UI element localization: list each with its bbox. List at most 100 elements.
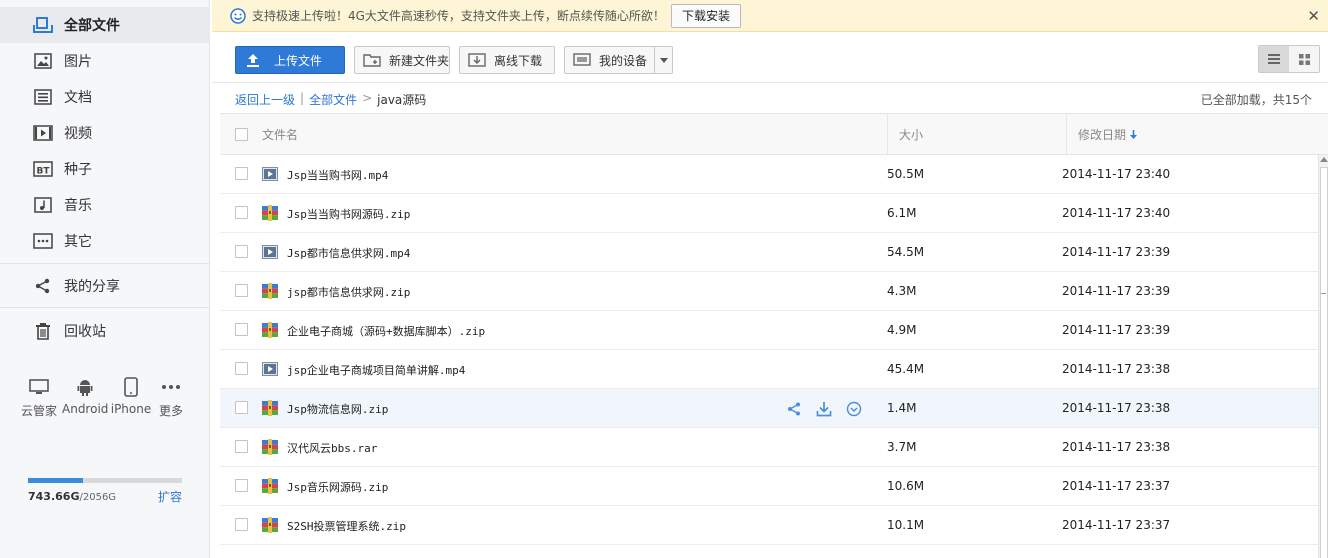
video-file-icon xyxy=(262,244,278,260)
file-name[interactable]: Jsp音乐网源码.zip xyxy=(287,479,388,495)
scrollbar-thumb[interactable] xyxy=(1320,167,1328,558)
sort-desc-icon xyxy=(1130,129,1138,139)
device-cloud-manager[interactable]: 云管家 xyxy=(16,376,62,419)
file-name[interactable]: jsp都市信息供求网.zip xyxy=(287,284,410,300)
file-size: 45.4M xyxy=(887,362,925,376)
file-modified-date: 2014-11-17 23:39 xyxy=(1062,245,1171,259)
file-size: 54.5M xyxy=(887,245,925,259)
share-icon[interactable] xyxy=(785,400,803,418)
grid-view-icon[interactable] xyxy=(1289,46,1319,72)
table-row[interactable]: 企业电子商城（源码+数据库脚本）.zip 4.9M 2014-11-17 23:39 xyxy=(220,311,1318,350)
file-modified-date: 2014-11-17 23:37 xyxy=(1062,518,1171,532)
sidebar-item-other[interactable]: 其它 xyxy=(0,223,210,259)
table-row[interactable]: Jsp当当购书网源码.zip 6.1M 2014-11-17 23:40 xyxy=(220,194,1318,233)
more-options-icon[interactable] xyxy=(845,400,863,418)
upload-icon xyxy=(244,52,262,68)
row-checkbox[interactable] xyxy=(235,440,248,453)
storage-used: 743.66G xyxy=(28,490,80,503)
download-icon[interactable] xyxy=(815,400,833,418)
row-checkbox[interactable] xyxy=(235,401,248,414)
file-name[interactable]: 企业电子商城（源码+数据库脚本）.zip xyxy=(287,323,485,339)
sidebar-item-label: 我的分享 xyxy=(64,279,120,295)
breadcrumb-current: java源码 xyxy=(377,93,427,107)
device-android[interactable]: Android xyxy=(62,376,108,416)
file-modified-date: 2014-11-17 23:38 xyxy=(1062,401,1171,415)
sidebar-item-label: 其它 xyxy=(64,234,92,250)
column-header-name[interactable]: 文件名 xyxy=(262,114,298,154)
bt-icon: BT xyxy=(32,158,54,180)
sidebar: 全部文件 图片 文档 视频 BT 种子 音乐 其它 我的分享 回收站 云管家 A… xyxy=(0,0,210,558)
file-name[interactable]: Jsp当当购书网源码.zip xyxy=(287,206,410,222)
row-checkbox[interactable] xyxy=(235,167,248,180)
file-table-header: 文件名 大小 修改日期 xyxy=(220,113,1328,155)
file-name[interactable]: Jsp都市信息供求网.mp4 xyxy=(287,245,410,261)
file-name[interactable]: 汉代风云bbs.rar xyxy=(287,440,377,456)
list-view-icon[interactable] xyxy=(1259,46,1289,72)
upload-button[interactable]: 上传文件 xyxy=(235,46,345,74)
file-size: 4.9M xyxy=(887,323,917,337)
row-checkbox[interactable] xyxy=(235,284,248,297)
close-icon[interactable]: ✕ xyxy=(1307,7,1320,25)
sidebar-item-music[interactable]: 音乐 xyxy=(0,187,210,223)
offline-download-label: 离线下载 xyxy=(494,53,543,68)
video-file-icon xyxy=(262,166,278,182)
sidebar-divider xyxy=(0,263,210,264)
row-checkbox[interactable] xyxy=(235,362,248,375)
sidebar-item-torrents[interactable]: BT 种子 xyxy=(0,151,210,187)
device-label: Android xyxy=(62,402,109,416)
scrollbar[interactable] xyxy=(1318,155,1328,558)
row-checkbox[interactable] xyxy=(235,323,248,336)
row-checkbox[interactable] xyxy=(235,479,248,492)
all-files-icon xyxy=(32,14,54,36)
file-name[interactable]: S2SH投票管理系统.zip xyxy=(287,518,406,534)
dropdown-arrow-icon[interactable] xyxy=(654,47,672,73)
more-icon xyxy=(148,376,194,398)
table-row[interactable]: jsp企业电子商城项目简单讲解.mp4 45.4M 2014-11-17 23:38 xyxy=(220,350,1318,389)
offline-download-icon xyxy=(468,52,486,68)
new-folder-button[interactable]: 新建文件夹 xyxy=(354,46,450,74)
column-header-size[interactable]: 大小 xyxy=(899,114,923,154)
my-devices-button[interactable]: 我的设备 xyxy=(564,46,673,74)
sidebar-item-my-share[interactable]: 我的分享 xyxy=(0,268,210,304)
table-row[interactable]: Jsp音乐网源码.zip 10.6M 2014-11-17 23:37 xyxy=(220,467,1318,506)
sidebar-item-documents[interactable]: 文档 xyxy=(0,79,210,115)
table-row[interactable]: Jsp当当购书网.mp4 50.5M 2014-11-17 23:40 xyxy=(220,155,1318,194)
select-all-checkbox[interactable] xyxy=(235,114,248,154)
file-name[interactable]: jsp企业电子商城项目简单讲解.mp4 xyxy=(287,362,465,378)
trash-icon xyxy=(32,320,54,342)
file-name[interactable]: Jsp当当购书网.mp4 xyxy=(287,167,388,183)
sidebar-item-videos[interactable]: 视频 xyxy=(0,115,210,151)
table-row[interactable]: 汉代风云bbs.rar 3.7M 2014-11-17 23:38 xyxy=(220,428,1318,467)
table-row[interactable]: S2SH投票管理系统.zip 10.1M 2014-11-17 23:37 xyxy=(220,506,1318,545)
expand-storage-link[interactable]: 扩容 xyxy=(158,488,182,505)
scrollbar-grip xyxy=(1321,293,1326,294)
row-checkbox[interactable] xyxy=(235,206,248,219)
sidebar-item-all-files[interactable]: 全部文件 xyxy=(0,7,210,43)
file-modified-date: 2014-11-17 23:38 xyxy=(1062,440,1171,454)
file-name[interactable]: Jsp物流信息网.zip xyxy=(287,401,388,417)
file-size: 10.6M xyxy=(887,479,925,493)
file-modified-date: 2014-11-17 23:37 xyxy=(1062,479,1171,493)
offline-download-button[interactable]: 离线下载 xyxy=(459,46,555,74)
share-icon xyxy=(32,275,54,297)
android-icon xyxy=(62,376,108,398)
download-install-button[interactable]: 下载安装 xyxy=(670,3,741,28)
table-row[interactable]: jsp都市信息供求网.zip 4.3M 2014-11-17 23:39 xyxy=(220,272,1318,311)
table-row[interactable]: Jsp物流信息网.zip 1.4M 2014-11-17 23:38 xyxy=(220,389,1318,428)
sidebar-item-recycle-bin[interactable]: 回收站 xyxy=(0,313,210,349)
desktop-icon xyxy=(16,376,62,398)
breadcrumb-back-link[interactable]: 返回上一级 xyxy=(235,91,295,108)
breadcrumb-root-link[interactable]: 全部文件 xyxy=(309,91,357,108)
sidebar-item-images[interactable]: 图片 xyxy=(0,43,210,79)
toolbar: 上传文件 新建文件夹 离线下载 我的设备 xyxy=(212,33,1328,83)
table-row[interactable]: Jsp都市信息供求网.mp4 54.5M 2014-11-17 23:39 xyxy=(220,233,1318,272)
device-more[interactable]: 更多 xyxy=(148,376,194,419)
row-checkbox[interactable] xyxy=(235,245,248,258)
sidebar-divider xyxy=(0,307,210,308)
row-checkbox[interactable] xyxy=(235,518,248,531)
scroll-up-icon[interactable] xyxy=(1320,157,1328,162)
storage-quota-bar xyxy=(28,478,182,483)
sidebar-item-label: 回收站 xyxy=(64,324,106,340)
column-header-date[interactable]: 修改日期 xyxy=(1078,114,1138,154)
zip-file-icon xyxy=(262,400,278,416)
